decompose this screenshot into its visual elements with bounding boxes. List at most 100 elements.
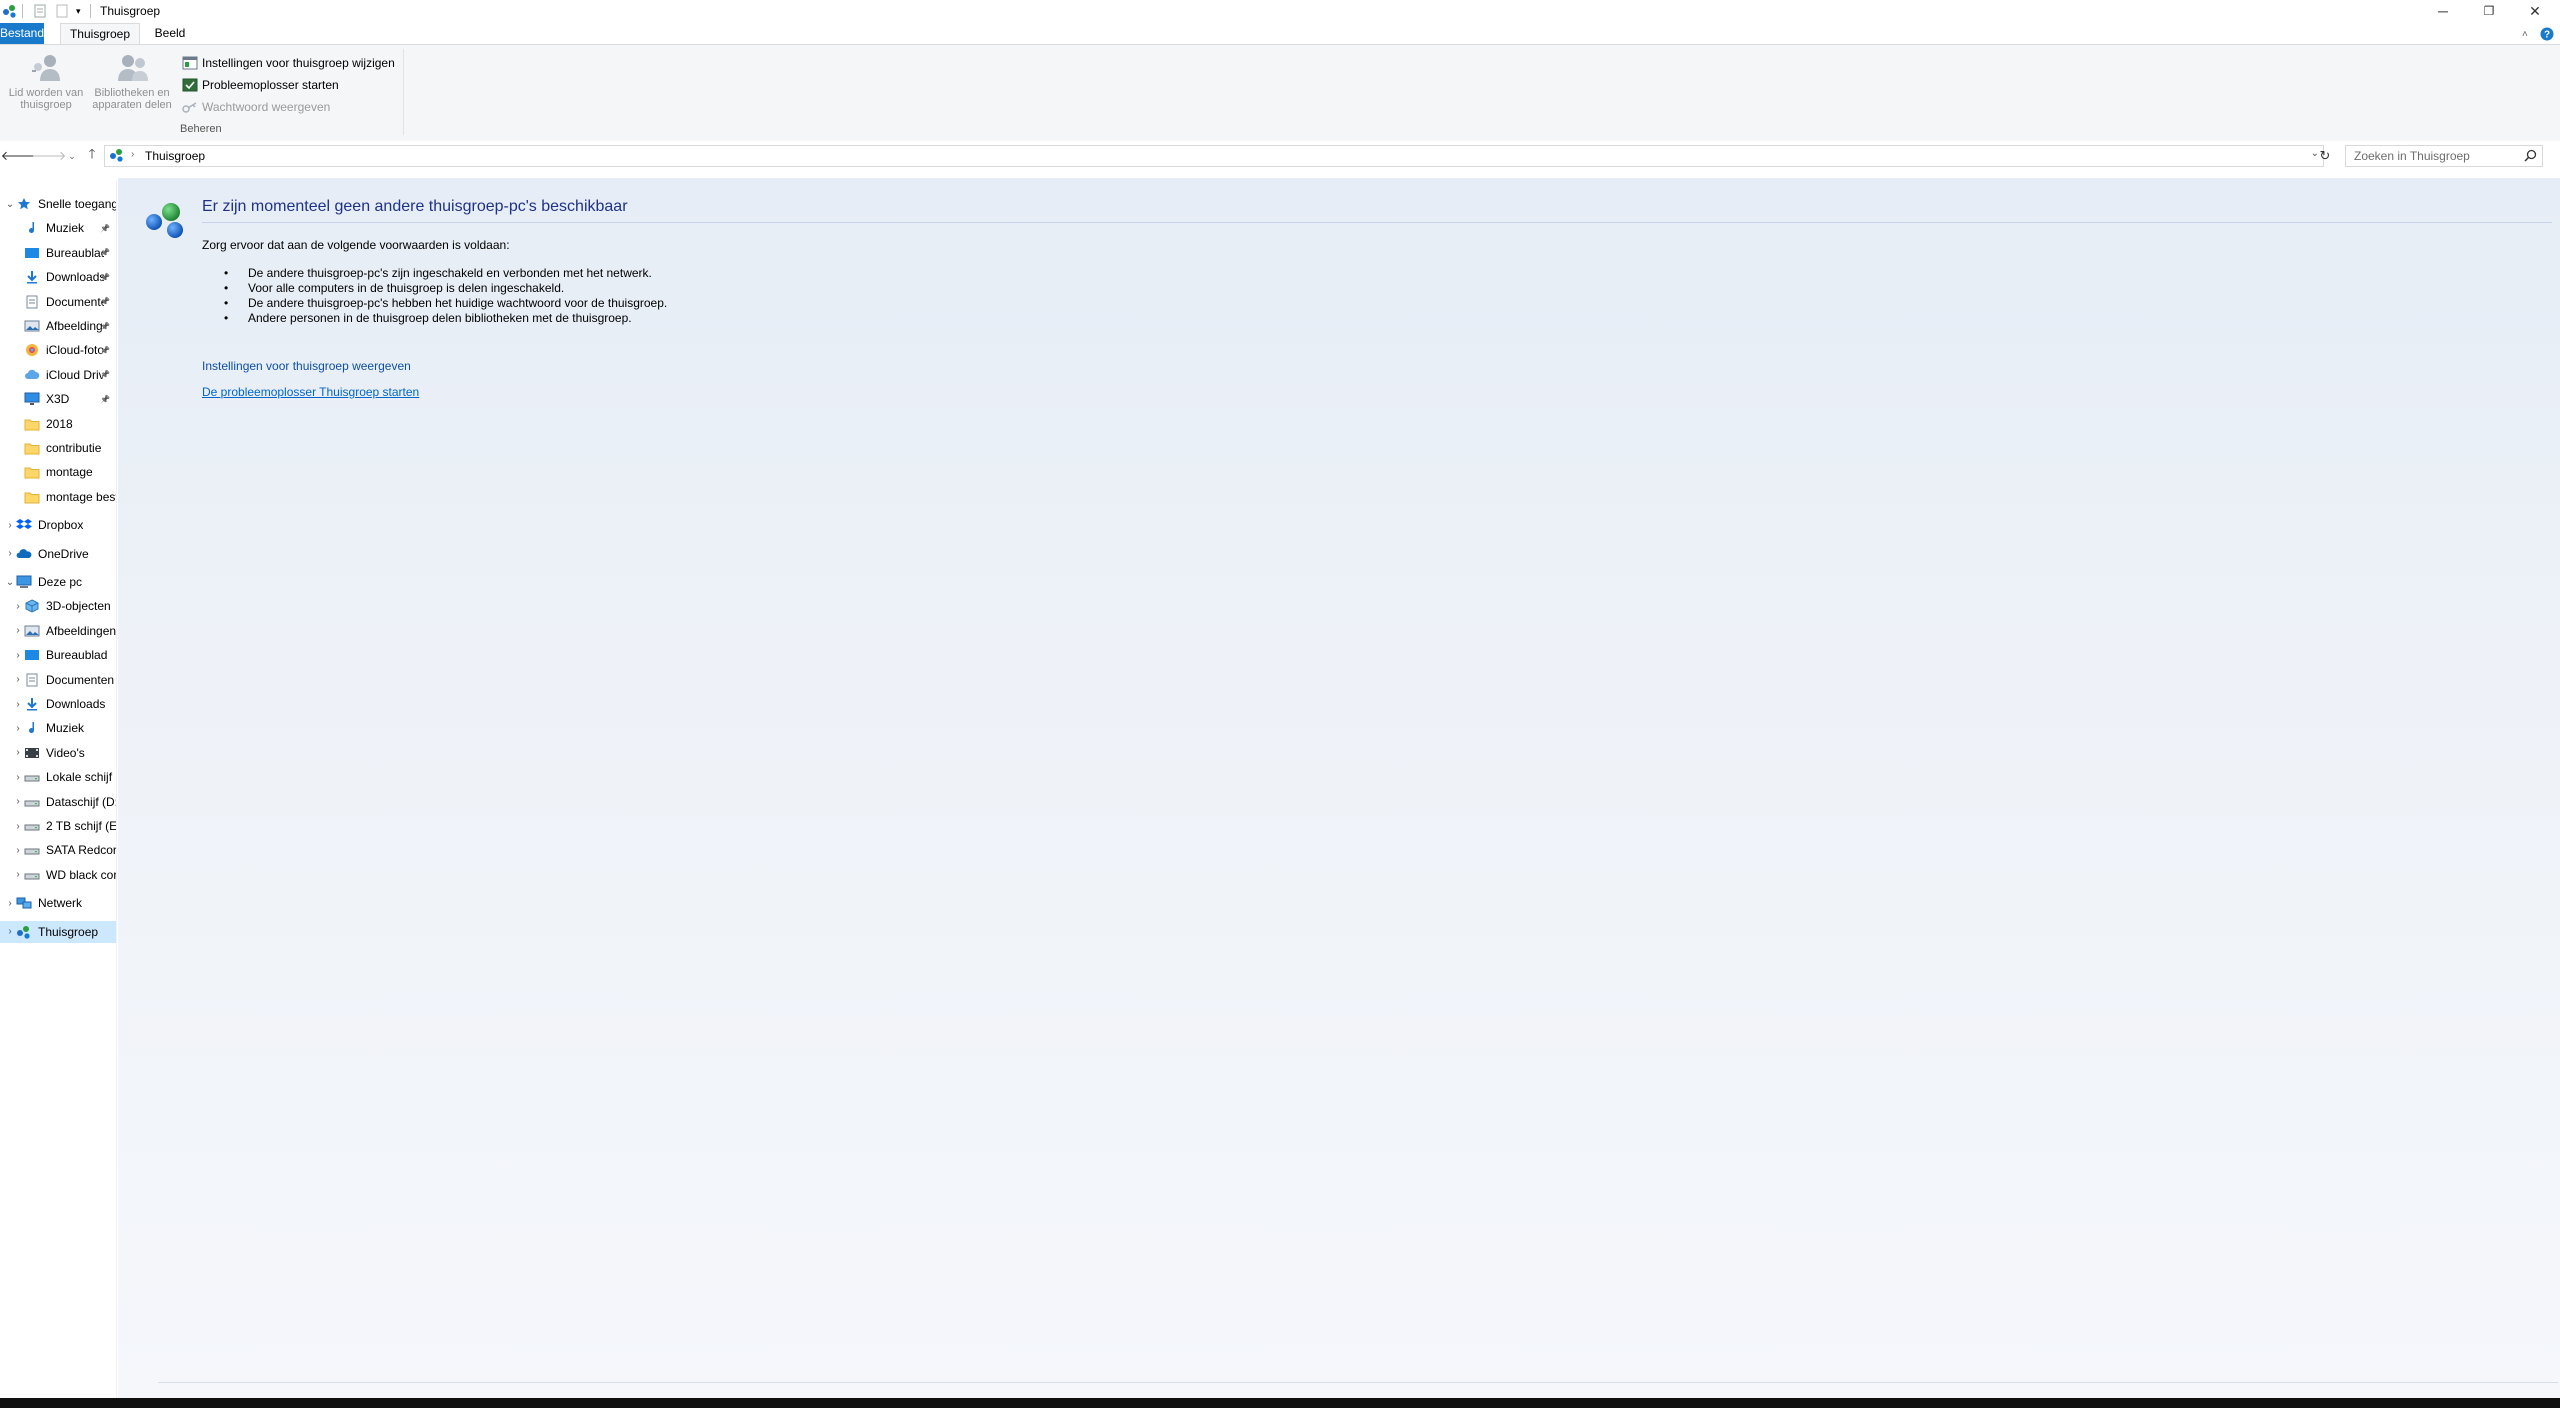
homegroup-icon [146,203,183,238]
start-troubleshooter-button[interactable]: Probleemoplosser starten [182,76,339,94]
refresh-button[interactable]: ↻ [2316,147,2334,165]
restore-button[interactable]: ❐ [2466,0,2512,22]
chevron-right-icon[interactable]: › [4,926,16,937]
window-title: Thuisgroep [100,4,161,18]
nav-item-label: Muziek [46,721,85,736]
nav-item[interactable]: › Dropbox [0,514,116,536]
star-icon [16,196,32,212]
change-homegroup-settings-button[interactable]: Instellingen voor thuisgroep wijzigen [182,54,395,72]
start-troubleshooter-link[interactable]: De probleemoplosser Thuisgroep starten [202,385,419,399]
search-icon[interactable] [2524,149,2537,165]
chevron-down-icon[interactable]: ⌄ [4,199,16,210]
nav-item[interactable]: › Thuisgroep [0,920,116,943]
drive-icon [24,867,40,883]
chevron-right-icon[interactable]: › [12,601,24,612]
chevron-right-icon[interactable]: › [4,548,16,559]
nav-item[interactable]: X3D 📌 [0,388,116,410]
show-password-button[interactable]: Wachtwoord weergeven [182,98,330,116]
join-homegroup-icon [30,51,62,83]
share-libraries-button[interactable]: Bibliotheken en apparaten delen [90,51,174,111]
pictures-icon [24,623,40,639]
chevron-right-icon[interactable]: › [12,625,24,636]
nav-item-label: Video's [46,745,85,760]
nav-item[interactable]: Downloads 📌 [0,266,116,288]
chevron-down-icon[interactable]: ⌄ [4,577,16,588]
nav-item-label: Downloads [46,697,106,711]
drive-icon [24,769,40,785]
close-button[interactable]: ✕ [2512,0,2558,22]
nav-item[interactable]: Afbeeldingen📌 [0,315,116,337]
search-box[interactable]: Zoeken in Thuisgroep [2345,145,2543,167]
nav-item[interactable]: montage bestanden [0,486,116,508]
nav-item[interactable]: › Afbeeldingen [0,620,116,642]
nav-item[interactable]: › 2 TB schijf (E:) [0,815,116,837]
tab-thuisgroep[interactable]: Thuisgroep [60,23,140,44]
nav-item[interactable]: Bureaublad 📌 [0,242,116,264]
chevron-right-icon[interactable]: › [12,747,24,758]
nav-item[interactable]: › Documenten [0,669,116,691]
address-bar[interactable]: › Thuisgroep ⌄ [104,145,2324,167]
pin-icon: 📌 [100,370,110,380]
properties-icon[interactable] [34,3,46,19]
icloud-photos-icon [24,342,40,358]
document-icon [24,294,40,310]
view-homegroup-settings-link[interactable]: Instellingen voor thuisgroep weergeven [202,359,411,373]
nav-item[interactable]: › Lokale schijf (C:) [0,766,116,788]
tab-bestand[interactable]: Bestand [0,23,44,44]
search-input[interactable]: Zoeken in Thuisgroep [2354,149,2470,163]
chevron-right-icon[interactable]: › [12,869,24,880]
nav-item[interactable]: › Muziek [0,717,116,739]
nav-item[interactable]: › 3D-objecten [0,595,116,617]
nav-item[interactable]: › Bureaublad [0,644,116,666]
nav-item-label: 2018 [46,416,73,431]
chevron-right-icon[interactable]: › [12,699,24,710]
recent-locations-dropdown-icon[interactable]: ⌄ [63,147,81,165]
page-headline: Er zijn momenteel geen andere thuisgroep… [202,198,628,215]
nav-item[interactable]: iCloud Drive📌 [0,364,116,386]
back-button[interactable]: 🡐 [1,147,36,165]
new-folder-icon[interactable] [56,3,68,19]
nav-item[interactable]: › OneDrive [0,543,116,565]
ribbon: Lid worden van thuisgroep Bibliotheken e… [0,44,2560,142]
minimize-button[interactable]: ─ [2420,0,2466,22]
tab-beeld[interactable]: Beeld [148,23,192,44]
breadcrumb-chevron-icon[interactable]: › [131,149,134,160]
chevron-right-icon[interactable]: › [12,821,24,832]
nav-item[interactable]: › SATA Redcore [0,839,116,861]
chevron-right-icon[interactable]: › [12,650,24,661]
nav-item[interactable]: Muziek 📌 [0,217,116,239]
condition-item: De andere thuisgroep-pc's hebben het hui… [224,296,668,311]
nav-item[interactable]: › Netwerk [0,892,116,914]
breadcrumb-thuisgroep[interactable]: Thuisgroep [145,149,205,163]
nav-item[interactable]: › Video's [0,742,116,764]
music-icon [24,720,40,736]
nav-item[interactable]: ⌄ Deze pc [0,571,116,593]
chevron-right-icon[interactable]: › [12,723,24,734]
qa-separator [90,4,91,18]
nav-item[interactable]: › WD black core [0,864,116,886]
nav-item[interactable]: montage [0,461,116,483]
join-homegroup-button[interactable]: Lid worden van thuisgroep [4,51,88,111]
chevron-right-icon[interactable]: › [12,845,24,856]
nav-item-label: Afbeeldingen [46,319,104,333]
forward-button[interactable]: 🡒 [32,147,67,165]
nav-item[interactable]: ⌄ Snelle toegang [0,193,116,215]
nav-item[interactable]: Documenten📌 [0,291,116,313]
up-button[interactable]: 🡑 [83,146,101,165]
nav-item[interactable]: › Downloads [0,693,116,715]
nav-item[interactable]: › Dataschijf (D:) [0,791,116,813]
chevron-right-icon[interactable]: › [4,898,16,909]
nav-item-label: OneDrive [38,546,89,561]
navigation-pane[interactable]: ⌄ Snelle toegang Muziek 📌 Bureaublad 📌 Downloa… [0,180,117,1398]
change-homegroup-settings-label: Instellingen voor thuisgroep wijzigen [202,56,395,70]
chevron-right-icon[interactable]: › [12,772,24,783]
chevron-right-icon[interactable]: › [4,520,16,531]
customize-qa-dropdown-icon[interactable]: ▾ [76,3,81,19]
nav-item[interactable]: 2018 [0,413,116,435]
collapse-ribbon-icon[interactable]: ˄ [2522,25,2528,43]
help-icon[interactable]: ? [2540,25,2554,43]
nav-item[interactable]: contributie [0,437,116,459]
chevron-right-icon[interactable]: › [12,796,24,807]
nav-item[interactable]: iCloud-foto's📌 [0,339,116,361]
chevron-right-icon[interactable]: › [12,674,24,685]
